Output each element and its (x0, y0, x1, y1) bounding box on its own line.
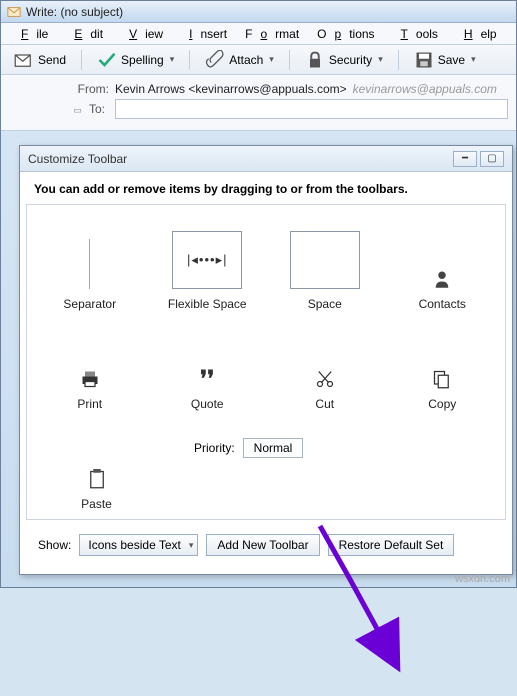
send-button[interactable]: Send (7, 47, 73, 73)
item-separator[interactable]: Separator (35, 239, 145, 311)
priority-value[interactable]: Normal (243, 438, 304, 458)
from-secondary: kevinarrows@appuals.com (353, 82, 497, 96)
minus-icon[interactable]: ▭ (73, 105, 82, 115)
item-label: Paste (81, 497, 112, 511)
item-paste[interactable]: Paste (49, 469, 144, 511)
menu-file[interactable]: File (5, 25, 56, 43)
quote-icon: ❜❜ (197, 369, 217, 389)
save-button[interactable]: Save ▾ (407, 47, 483, 73)
toolbar-separator (81, 50, 82, 70)
security-button[interactable]: Security ▾ (298, 47, 390, 73)
add-new-toolbar-button[interactable]: Add New Toolbar (206, 534, 319, 556)
menu-edit[interactable]: Edit (58, 25, 111, 43)
customize-toolbar-dialog: Customize Toolbar ━ ▢ You can add or rem… (19, 145, 513, 575)
send-label: Send (38, 53, 66, 67)
show-mode-select[interactable]: Icons beside Text ▾ (79, 534, 198, 556)
menu-view[interactable]: View (113, 25, 171, 43)
compose-window: Write: (no subject) File Edit View Inser… (0, 0, 517, 588)
window-titlebar: Write: (no subject) (1, 1, 516, 23)
item-print[interactable]: Print (35, 369, 145, 411)
send-icon (14, 50, 34, 70)
item-label: Cut (315, 397, 334, 411)
item-label: Separator (63, 297, 116, 311)
to-row: ▭ To: (9, 99, 508, 119)
toolbar-separator (398, 50, 399, 70)
flexible-space-icon: |◂•••▸| (172, 231, 242, 289)
watermark: wsxdn.com (455, 573, 510, 585)
attach-label: Attach (229, 53, 263, 67)
chevron-down-icon: ▾ (189, 540, 194, 551)
copy-icon (432, 369, 452, 389)
main-toolbar: Send Spelling ▾ Attach ▾ Security ▾ Save… (1, 45, 516, 75)
check-icon (97, 50, 117, 70)
item-priority[interactable]: Priority: Normal (194, 438, 303, 458)
item-contacts[interactable]: Contacts (387, 269, 497, 311)
priority-label: Priority: (194, 441, 235, 455)
dialog-instruction: You can add or remove items by dragging … (20, 182, 512, 204)
menubar: File Edit View Insert Format Options Too… (1, 23, 516, 45)
item-label: Flexible Space (168, 297, 247, 311)
menu-options[interactable]: Options (309, 25, 382, 43)
minimize-button[interactable]: ━ (453, 151, 477, 167)
window-title: Write: (no subject) (26, 5, 123, 19)
item-space[interactable]: Space (270, 231, 380, 311)
item-label: Copy (428, 397, 456, 411)
item-label: Space (308, 297, 342, 311)
chevron-down-icon[interactable]: ▾ (269, 54, 274, 65)
person-icon (432, 269, 452, 289)
menu-format[interactable]: Format (237, 25, 307, 43)
dialog-title: Customize Toolbar (28, 152, 127, 166)
show-mode-value: Icons beside Text (88, 538, 181, 552)
chevron-down-icon[interactable]: ▾ (471, 54, 476, 65)
chevron-down-icon[interactable]: ▾ (170, 54, 175, 65)
item-label: Contacts (419, 297, 466, 311)
paperclip-icon (205, 50, 225, 70)
from-label: From: (9, 82, 109, 96)
scissors-icon (315, 369, 335, 389)
menu-help[interactable]: Help (448, 25, 505, 43)
save-label: Save (438, 53, 465, 67)
space-icon (290, 231, 360, 289)
menu-tools[interactable]: Tools (385, 25, 446, 43)
menu-insert[interactable]: Insert (173, 25, 235, 43)
lock-icon (305, 50, 325, 70)
maximize-button[interactable]: ▢ (480, 151, 504, 167)
item-label: Print (77, 397, 102, 411)
item-flexible-space[interactable]: |◂•••▸| Flexible Space (152, 231, 262, 311)
toolbar-separator (189, 50, 190, 70)
attach-button[interactable]: Attach ▾ (198, 47, 281, 73)
clipboard-icon (87, 469, 107, 489)
separator-icon (89, 239, 90, 289)
dialog-titlebar: Customize Toolbar ━ ▢ (20, 146, 512, 172)
item-quote[interactable]: ❜❜ Quote (152, 369, 262, 411)
from-address: Kevin Arrows <kevinarrows@appuals.com> (115, 82, 347, 96)
from-row: From: Kevin Arrows <kevinarrows@appuals.… (9, 82, 508, 96)
printer-icon (80, 369, 100, 389)
show-label: Show: (38, 538, 71, 552)
to-label[interactable]: To: (89, 102, 105, 116)
toolbar-separator (289, 50, 290, 70)
dialog-bottom-bar: Show: Icons beside Text ▾ Add New Toolba… (38, 534, 494, 556)
from-value[interactable]: Kevin Arrows <kevinarrows@appuals.com> k… (115, 82, 508, 96)
dialog-body: You can add or remove items by dragging … (20, 172, 512, 520)
header-fields: From: Kevin Arrows <kevinarrows@appuals.… (1, 75, 516, 131)
restore-default-set-button[interactable]: Restore Default Set (328, 534, 455, 556)
item-label: Quote (191, 397, 224, 411)
mail-icon (7, 5, 21, 19)
item-cut[interactable]: Cut (270, 369, 380, 411)
toolbar-items-grid: Separator |◂•••▸| Flexible Space Space C… (26, 204, 506, 520)
save-icon (414, 50, 434, 70)
chevron-down-icon[interactable]: ▾ (378, 54, 383, 65)
item-copy[interactable]: Copy (387, 369, 497, 411)
spelling-label: Spelling (121, 53, 164, 67)
to-input[interactable] (115, 99, 508, 119)
spelling-button[interactable]: Spelling ▾ (90, 47, 181, 73)
security-label: Security (329, 53, 372, 67)
